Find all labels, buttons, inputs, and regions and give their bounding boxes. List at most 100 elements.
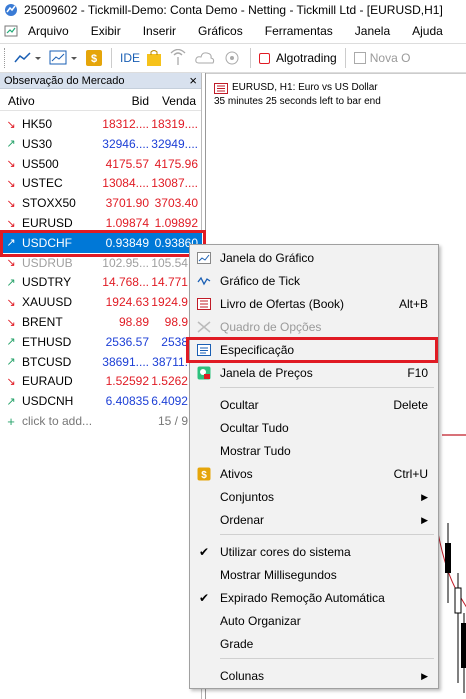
new-order-label: Nova O [369,51,411,65]
shopping-bag-icon [147,50,162,66]
signals-icon [170,49,186,65]
window-title: 25009602 - Tickmill-Demo: Conta Demo - N… [24,3,443,17]
cloud-icon [195,52,215,64]
market-watch-row-stoxx50[interactable]: ↘ STOXX50 3701.90 3703.40 [0,193,202,213]
column-venda[interactable]: Venda [149,94,198,108]
arrow-up-icon: ↗ [6,356,16,369]
algotrading-label: Algotrading [276,51,337,65]
market-watch-header: Observação do Mercado × [0,73,201,89]
symbol-name: USDCNH [22,394,74,409]
market-watch-row-btcusd[interactable]: ↗ BTCUSD 38691.... 38711.... [0,352,202,372]
arrow-down-icon: ↘ [6,177,16,190]
line-chart-button[interactable] [13,46,43,70]
menu-item-ordenar[interactable]: Ordenar ▶ [190,509,438,531]
toolbar-separator [344,48,346,68]
arrow-down-icon: ↘ [6,316,16,329]
submenu-arrow-icon: ▶ [421,491,428,502]
market-watch-row-brent[interactable]: ↘ BRENT 98.89 98.9... [0,312,202,332]
close-icon[interactable]: × [189,73,197,88]
bid-value: 18312.... [102,117,149,131]
toolbar-grip[interactable] [4,48,7,68]
menu-item-label: Gráfico de Tick [220,274,301,288]
toolbar-separator [250,48,252,68]
check-icon: ✔ [198,545,210,559]
ask-value: 4175.96 [154,156,198,171]
menu-item-conjuntos[interactable]: Conjuntos ▶ [190,486,438,508]
ask-value: 1.09892 [154,216,198,230]
market-button[interactable] [146,46,162,70]
menu-ferramentas[interactable]: Ferramentas [265,24,333,38]
menu-item-label: Expirado Remoção Automática [220,591,385,605]
menu-item-janela-do-grafico[interactable]: Janela do Gráfico [190,247,438,269]
menu-item-mostrar-tudo[interactable]: Mostrar Tudo [190,440,438,462]
chart-templates-icon [49,50,77,65]
market-watch-row-hk50[interactable]: ↘ HK50 18312.... 18319.... [0,114,202,134]
symbol-name: USTEC [22,176,63,191]
menu-graficos[interactable]: Gráficos [198,24,243,38]
symbol-name: BRENT [22,315,63,329]
submenu-arrow-icon: ▶ [421,514,428,525]
empty-icon-slot [196,512,212,528]
menu-item-ocultar[interactable]: Ocultar Delete [190,394,438,416]
network-button[interactable] [222,46,242,70]
menu-arquivo[interactable]: Arquivo [28,24,69,38]
menu-item-ativos[interactable]: $ Ativos Ctrl+U [190,463,438,485]
svg-text:$: $ [201,470,207,481]
ask-value: 3703.40 [154,196,198,211]
add-symbol-label: click to add... [22,414,93,428]
column-ativo[interactable]: Ativo [0,94,100,108]
new-order-button[interactable]: Nova O [353,46,411,70]
candle-body [445,543,451,573]
market-watch-row-us500[interactable]: ↘ US500 4175.57 4175.96 [0,154,202,174]
add-symbol-row[interactable]: + click to add... 15 / 9... [0,411,202,431]
menu-item-label: Janela de Preços [220,366,313,380]
menu-ajuda[interactable]: Ajuda [412,24,443,38]
chart-templates-button[interactable] [49,46,79,70]
market-watch-row-ustec[interactable]: ↘ USTEC 13084.... 13087.... [0,173,202,193]
menu-item-quadro-de-opcoes[interactable]: Quadro de Opções [190,316,438,338]
column-bid[interactable]: Bid [100,94,149,108]
menu-item-utilizar-cores-do-sistema[interactable]: ✔ Utilizar cores do sistema [190,541,438,563]
menu-item-auto-organizar[interactable]: Auto Organizar [190,610,438,632]
menu-item-label: Utilizar cores do sistema [220,545,351,559]
menu-item-janela-de-precos[interactable]: Janela de Preços F10 [190,362,438,384]
menu-item-label: Mostrar Millisegundos [220,568,337,582]
bid-value: 98.89 [118,315,149,329]
menu-item-shortcut: Delete [393,398,428,412]
market-watch-row-xauusd[interactable]: ↘ XAUUSD 1924.63 1924.9... [0,292,202,312]
menu-inserir[interactable]: Inserir [143,24,176,38]
menu-item-grade[interactable]: Grade [190,633,438,655]
market-watch-row-usdcnh[interactable]: ↗ USDCNH 6.40835 6.4092... [0,391,202,411]
menu-item-mostrar-millisegundos[interactable]: Mostrar Millisegundos [190,564,438,586]
market-watch-row-us30[interactable]: ↗ US30 32946.... 32949.... [0,134,202,154]
ide-button[interactable]: IDE [120,46,140,70]
menu-item-colunas[interactable]: Colunas ▶ [190,665,438,687]
arrow-down-icon: ↘ [6,217,16,230]
plus-icon: + [7,413,15,429]
market-watch-row-euraud[interactable]: ↘ EURAUD 1.52592 1.5262... [0,371,202,391]
menu-item-livro-de-ofertas-book[interactable]: Livro de Ofertas (Book) Alt+B [190,293,438,315]
menu-item-shortcut: Alt+B [398,297,428,311]
chart-app-icon[interactable] [4,24,18,38]
metatrader-logo-icon [5,4,17,16]
vps-button[interactable] [194,46,216,70]
bid-value: 1.52592 [105,374,149,389]
symbols-button[interactable]: $ [85,46,103,70]
signals-button[interactable] [168,46,188,70]
menu-item-ocultar-tudo[interactable]: Ocultar Tudo [190,417,438,439]
symbol-name: HK50 [22,117,53,131]
symbol-name: USDRUB [22,255,73,270]
tick-chart-icon [196,273,212,289]
toolbar-separator [111,48,112,68]
menu-item-grafico-de-tick[interactable]: Gráfico de Tick [190,270,438,292]
menu-item-label: Livro de Ofertas (Book) [220,297,345,311]
market-watch-row-ethusd[interactable]: ↗ ETHUSD 2536.57 2538... [0,332,202,352]
arrow-down-icon: ↘ [6,257,16,270]
usdchf-highlight-box [0,230,206,257]
algotrading-button[interactable]: Algotrading [259,46,337,70]
menu-exibir[interactable]: Exibir [91,24,121,38]
arrow-down-icon: ↘ [6,118,16,131]
menu-item-expirado-remocao-automatica[interactable]: ✔ Expirado Remoção Automática [190,587,438,609]
menu-janela[interactable]: Janela [355,24,390,38]
market-watch-row-usdtry[interactable]: ↗ USDTRY 14.768... 14.771... [0,272,202,292]
